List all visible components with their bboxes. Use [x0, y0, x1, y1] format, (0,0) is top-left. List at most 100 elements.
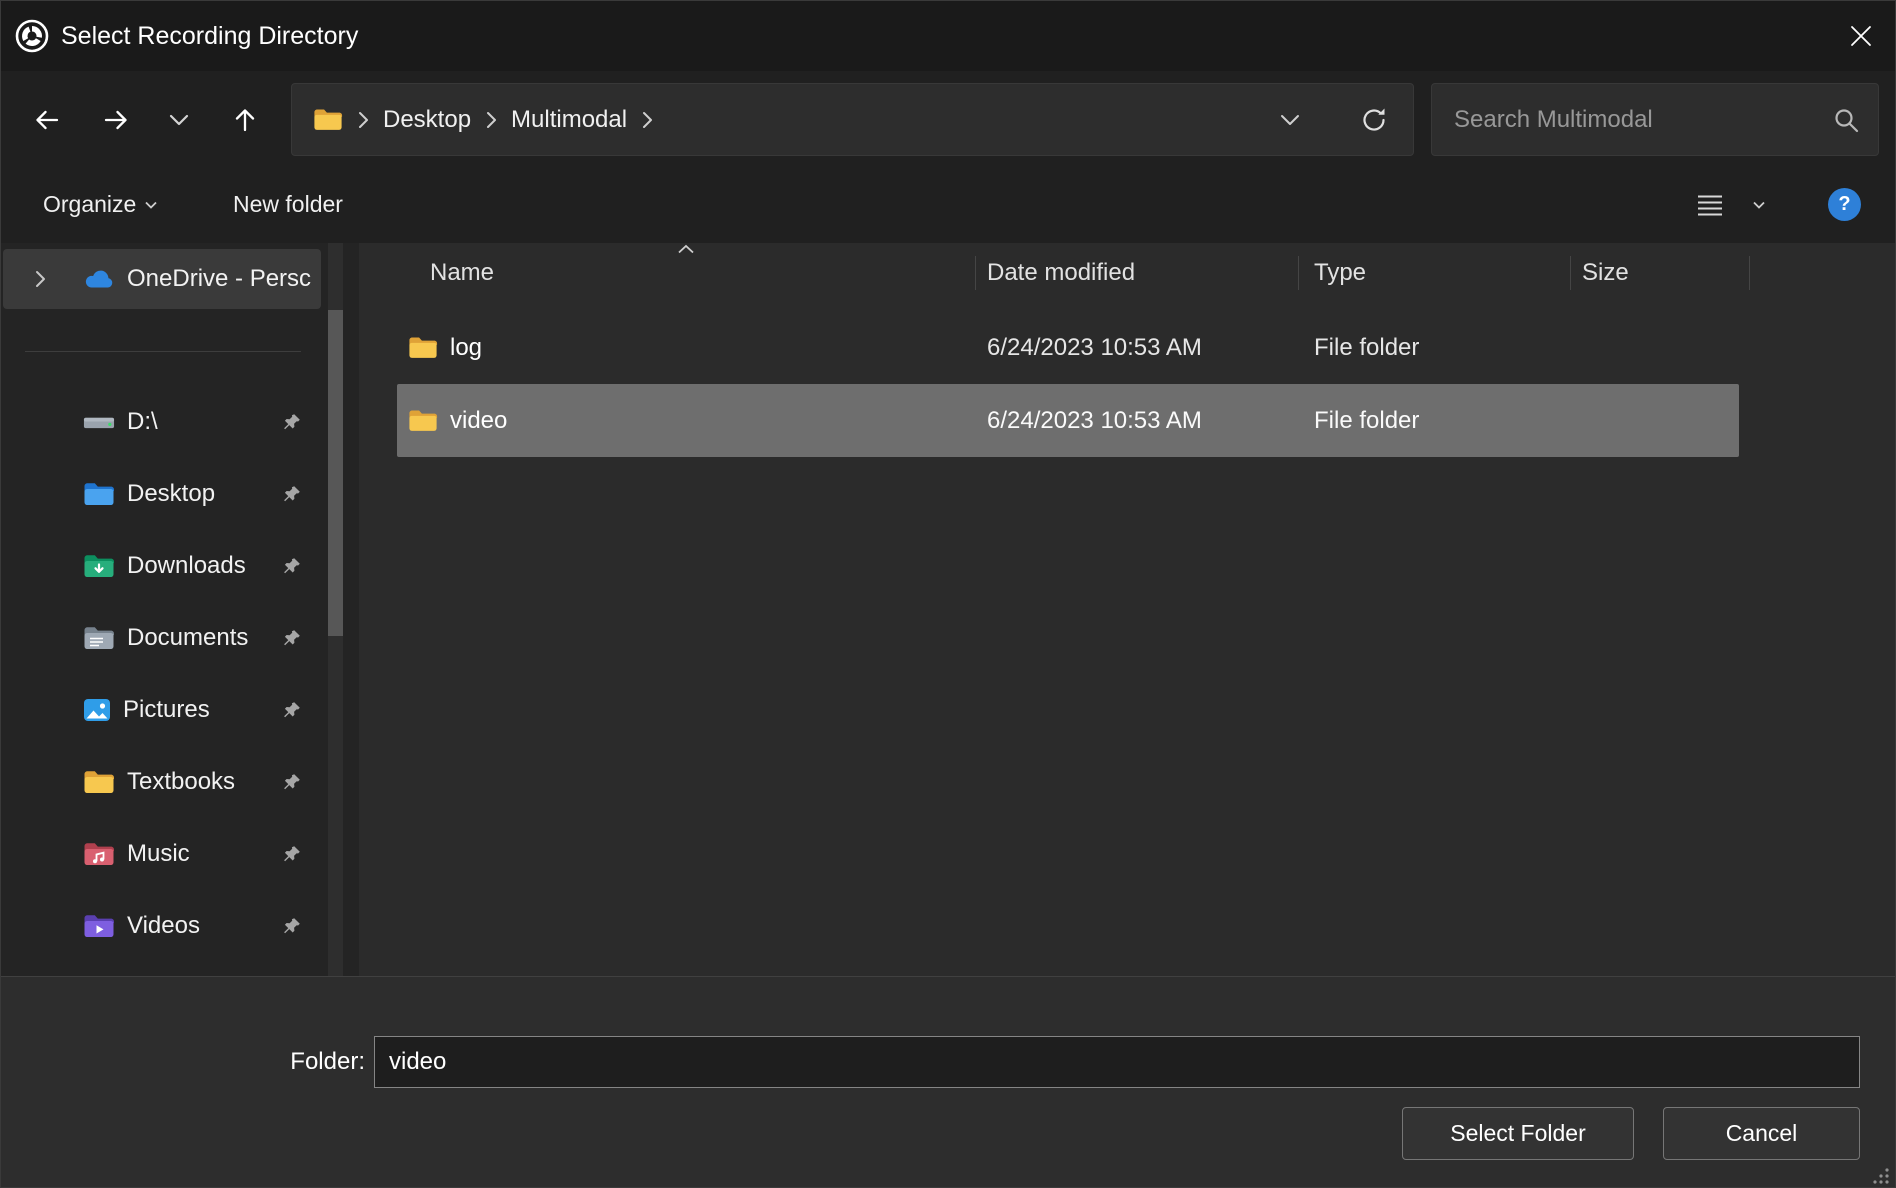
onedrive-cloud-icon	[83, 269, 115, 290]
close-button[interactable]	[1827, 1, 1895, 71]
address-dropdown-button[interactable]	[1265, 84, 1315, 155]
drive-icon	[83, 412, 115, 433]
up-button[interactable]	[219, 83, 271, 156]
desktop-folder-icon	[83, 481, 115, 507]
column-header-name[interactable]: Name	[359, 243, 975, 303]
back-button[interactable]	[21, 83, 73, 156]
sidebar-item-label: Videos	[127, 912, 200, 940]
sidebar-item-label: OneDrive - Persc	[127, 265, 311, 293]
sidebar-item-textbooks[interactable]: Textbooks	[3, 746, 321, 818]
organize-label: Organize	[43, 191, 136, 218]
column-label: Type	[1314, 259, 1366, 287]
file-type: File folder	[1314, 311, 1419, 384]
search-box	[1431, 83, 1879, 156]
documents-folder-icon	[83, 625, 115, 651]
pin-icon	[282, 772, 302, 792]
videos-folder-icon	[83, 913, 115, 939]
help-question-icon: ?	[1838, 193, 1850, 216]
forward-button[interactable]	[90, 83, 142, 156]
new-folder-label: New folder	[233, 191, 343, 218]
sidebar-item-downloads[interactable]: Downloads	[3, 530, 321, 602]
dialog-content: OneDrive - Persc D:\ Desktop	[1, 243, 1895, 976]
title-bar: Select Recording Directory	[1, 1, 1895, 71]
cancel-button[interactable]: Cancel	[1663, 1107, 1860, 1160]
folder-icon	[408, 408, 438, 433]
breadcrumb-chevron-icon[interactable]	[485, 111, 497, 129]
file-row-log[interactable]: log 6/24/2023 10:53 AM File folder	[397, 311, 1739, 384]
column-label: Size	[1582, 259, 1629, 287]
sidebar-item-music[interactable]: Music	[3, 818, 321, 890]
sidebar-scrollbar-track	[328, 243, 343, 976]
sidebar-item-d-drive[interactable]: D:\	[3, 386, 321, 458]
downloads-folder-icon	[83, 553, 115, 579]
column-separator[interactable]	[1298, 256, 1299, 290]
file-date-modified: 6/24/2023 10:53 AM	[987, 384, 1202, 457]
command-bar: Organize New folder ?	[1, 166, 1895, 243]
folder-field-label: Folder:	[281, 1048, 365, 1076]
sidebar-item-pictures[interactable]: Pictures	[3, 674, 321, 746]
breadcrumb-folder-icon[interactable]	[313, 107, 343, 132]
file-list: Name Date modified Type Size log 6/24/20…	[359, 243, 1895, 976]
pin-icon	[282, 484, 302, 504]
select-recording-directory-dialog: Select Recording Directory	[0, 0, 1896, 1188]
forward-arrow-icon	[101, 105, 131, 135]
details-view-icon	[1695, 192, 1725, 218]
pin-icon	[282, 700, 302, 720]
search-icon	[1832, 106, 1860, 134]
pin-icon	[282, 844, 302, 864]
column-separator[interactable]	[1749, 256, 1750, 290]
new-folder-button[interactable]: New folder	[233, 166, 343, 243]
folder-name-input[interactable]	[374, 1036, 1860, 1088]
view-options-button[interactable]	[1695, 166, 1725, 243]
column-header-date-modified[interactable]: Date modified	[975, 243, 1298, 303]
sidebar-item-onedrive[interactable]: OneDrive - Persc	[3, 249, 321, 309]
chevron-down-icon	[1753, 201, 1765, 209]
sidebar-item-label: Pictures	[123, 696, 210, 724]
chevron-down-icon	[1280, 113, 1300, 127]
pin-icon	[282, 628, 302, 648]
navigation-bar: Desktop Multimodal	[1, 71, 1895, 166]
sidebar-item-desktop[interactable]: Desktop	[3, 458, 321, 530]
sidebar-item-label: D:\	[127, 408, 158, 436]
sidebar-scrollbar-thumb[interactable]	[328, 310, 343, 636]
view-dropdown-button[interactable]	[1753, 166, 1765, 243]
breadcrumb-item-desktop[interactable]: Desktop	[383, 106, 471, 134]
breadcrumb-item-multimodal[interactable]: Multimodal	[511, 106, 627, 134]
pictures-icon	[83, 697, 111, 723]
sidebar-item-label: Textbooks	[127, 768, 235, 796]
dialog-footer: Folder: Select Folder Cancel	[1, 976, 1895, 1188]
sidebar-item-documents[interactable]: Documents	[3, 602, 321, 674]
sidebar-item-videos[interactable]: Videos	[3, 890, 321, 962]
column-label: Name	[430, 259, 494, 287]
column-separator[interactable]	[1570, 256, 1571, 290]
expand-chevron-icon[interactable]	[33, 270, 47, 288]
up-arrow-icon	[230, 105, 260, 135]
column-label: Date modified	[987, 259, 1135, 287]
select-folder-button[interactable]: Select Folder	[1402, 1107, 1634, 1160]
sidebar-divider	[25, 351, 301, 352]
refresh-button[interactable]	[1349, 84, 1399, 155]
sidebar-item-label: Music	[127, 840, 190, 868]
resize-grip[interactable]	[1870, 1165, 1892, 1187]
folder-icon	[83, 769, 115, 795]
column-header-type[interactable]: Type	[1298, 243, 1570, 303]
column-header-size[interactable]: Size	[1570, 243, 1749, 303]
sidebar-item-label: Documents	[127, 624, 248, 652]
organize-button[interactable]: Organize	[43, 166, 157, 243]
file-type: File folder	[1314, 384, 1419, 457]
help-button[interactable]: ?	[1828, 188, 1861, 221]
close-icon	[1848, 23, 1874, 49]
refresh-icon	[1359, 105, 1389, 135]
sidebar-item-label: Downloads	[127, 552, 246, 580]
file-name: video	[450, 384, 507, 457]
address-bar[interactable]: Desktop Multimodal	[291, 83, 1414, 156]
sidebar-item-label: Desktop	[127, 480, 215, 508]
file-row-video[interactable]: video 6/24/2023 10:53 AM File folder	[397, 384, 1739, 457]
recent-locations-button[interactable]	[156, 83, 202, 156]
search-input[interactable]	[1432, 84, 1878, 155]
breadcrumb-chevron-icon[interactable]	[641, 111, 653, 129]
column-separator[interactable]	[975, 256, 976, 290]
chevron-down-icon	[169, 113, 189, 127]
obs-logo-icon	[14, 18, 50, 54]
breadcrumb-chevron-icon[interactable]	[357, 111, 369, 129]
